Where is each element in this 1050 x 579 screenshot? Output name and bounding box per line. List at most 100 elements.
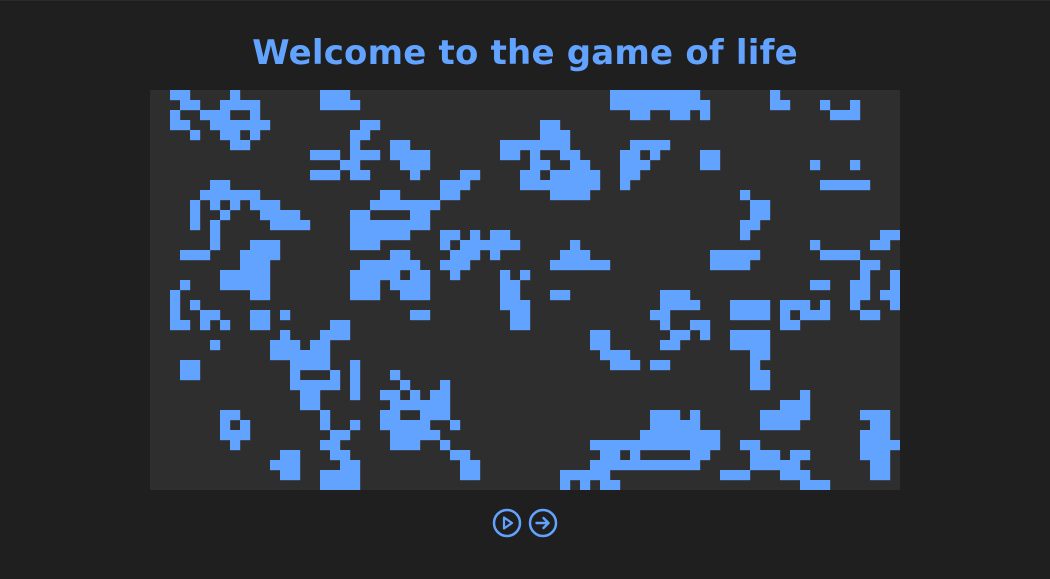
- live-cell[interactable]: [420, 200, 431, 211]
- live-cell[interactable]: [740, 440, 751, 451]
- live-cell[interactable]: [590, 330, 601, 341]
- live-cell[interactable]: [330, 470, 341, 481]
- live-cell[interactable]: [790, 300, 801, 311]
- live-cell[interactable]: [740, 190, 751, 201]
- live-cell[interactable]: [410, 200, 421, 211]
- live-cell[interactable]: [280, 470, 291, 481]
- live-cell[interactable]: [350, 290, 361, 301]
- live-cell[interactable]: [390, 430, 401, 441]
- live-cell[interactable]: [590, 470, 601, 481]
- live-cell[interactable]: [180, 320, 191, 331]
- live-cell[interactable]: [570, 160, 581, 171]
- live-cell[interactable]: [400, 250, 411, 261]
- live-cell[interactable]: [250, 200, 261, 211]
- live-cell[interactable]: [580, 180, 591, 191]
- live-cell[interactable]: [750, 360, 761, 371]
- live-cell[interactable]: [780, 100, 791, 111]
- live-cell[interactable]: [640, 440, 651, 451]
- live-cell[interactable]: [590, 460, 601, 471]
- live-cell[interactable]: [410, 210, 421, 221]
- live-cell[interactable]: [240, 260, 251, 271]
- live-cell[interactable]: [190, 200, 201, 211]
- live-cell[interactable]: [430, 390, 441, 401]
- live-cell[interactable]: [260, 320, 271, 331]
- live-cell[interactable]: [210, 180, 221, 191]
- live-cell[interactable]: [310, 400, 321, 411]
- live-cell[interactable]: [270, 200, 281, 211]
- live-cell[interactable]: [390, 260, 401, 271]
- live-cell[interactable]: [390, 370, 401, 381]
- live-cell[interactable]: [420, 430, 431, 441]
- live-cell[interactable]: [880, 450, 891, 461]
- live-cell[interactable]: [530, 140, 541, 151]
- live-cell[interactable]: [320, 470, 331, 481]
- live-cell[interactable]: [220, 180, 231, 191]
- live-cell[interactable]: [700, 440, 711, 451]
- live-cell[interactable]: [310, 350, 321, 361]
- live-cell[interactable]: [780, 300, 791, 311]
- live-cell[interactable]: [260, 250, 271, 261]
- live-cell[interactable]: [760, 410, 771, 421]
- live-cell[interactable]: [440, 230, 451, 241]
- live-cell[interactable]: [250, 310, 261, 321]
- live-cell[interactable]: [410, 290, 421, 301]
- live-cell[interactable]: [780, 410, 791, 421]
- live-cell[interactable]: [180, 120, 191, 131]
- live-cell[interactable]: [440, 410, 451, 421]
- live-cell[interactable]: [420, 270, 431, 281]
- live-cell[interactable]: [350, 230, 361, 241]
- live-cell[interactable]: [350, 460, 361, 471]
- live-cell[interactable]: [410, 260, 421, 271]
- live-cell[interactable]: [660, 410, 671, 421]
- live-cell[interactable]: [680, 420, 691, 431]
- live-cell[interactable]: [850, 290, 861, 301]
- live-cell[interactable]: [730, 470, 741, 481]
- live-cell[interactable]: [850, 180, 861, 191]
- live-cell[interactable]: [620, 440, 631, 451]
- play-button[interactable]: [492, 508, 522, 538]
- live-cell[interactable]: [380, 420, 391, 431]
- live-cell[interactable]: [680, 330, 691, 341]
- live-cell[interactable]: [870, 410, 881, 421]
- live-cell[interactable]: [260, 290, 271, 301]
- live-cell[interactable]: [390, 250, 401, 261]
- live-cell[interactable]: [760, 370, 771, 381]
- live-cell[interactable]: [290, 380, 301, 391]
- live-cell[interactable]: [440, 400, 451, 411]
- live-cell[interactable]: [620, 100, 631, 111]
- live-cell[interactable]: [890, 440, 900, 451]
- live-cell[interactable]: [440, 240, 451, 251]
- live-cell[interactable]: [670, 110, 681, 121]
- live-cell[interactable]: [380, 230, 391, 241]
- live-cell[interactable]: [240, 280, 251, 291]
- live-cell[interactable]: [810, 240, 821, 251]
- live-cell[interactable]: [820, 100, 831, 111]
- live-cell[interactable]: [590, 180, 601, 191]
- live-cell[interactable]: [260, 310, 271, 321]
- live-cell[interactable]: [600, 440, 611, 451]
- live-cell[interactable]: [290, 350, 301, 361]
- live-cell[interactable]: [390, 190, 401, 201]
- live-cell[interactable]: [310, 390, 321, 401]
- live-cell[interactable]: [230, 270, 241, 281]
- live-cell[interactable]: [400, 260, 411, 271]
- live-cell[interactable]: [860, 430, 871, 441]
- live-cell[interactable]: [760, 350, 771, 361]
- live-cell[interactable]: [240, 100, 251, 111]
- live-cell[interactable]: [200, 320, 211, 331]
- live-cell[interactable]: [440, 260, 451, 271]
- live-cell[interactable]: [280, 460, 291, 471]
- live-cell[interactable]: [660, 340, 671, 351]
- live-cell[interactable]: [630, 90, 641, 101]
- live-cell[interactable]: [220, 280, 231, 291]
- live-cell[interactable]: [750, 220, 761, 231]
- live-cell[interactable]: [540, 130, 551, 141]
- live-cell[interactable]: [350, 470, 361, 481]
- live-cell[interactable]: [470, 170, 481, 181]
- live-cell[interactable]: [190, 370, 201, 381]
- live-cell[interactable]: [400, 440, 411, 451]
- live-cell[interactable]: [600, 350, 611, 361]
- live-cell[interactable]: [810, 160, 821, 171]
- live-cell[interactable]: [890, 270, 900, 281]
- live-cell[interactable]: [660, 100, 671, 111]
